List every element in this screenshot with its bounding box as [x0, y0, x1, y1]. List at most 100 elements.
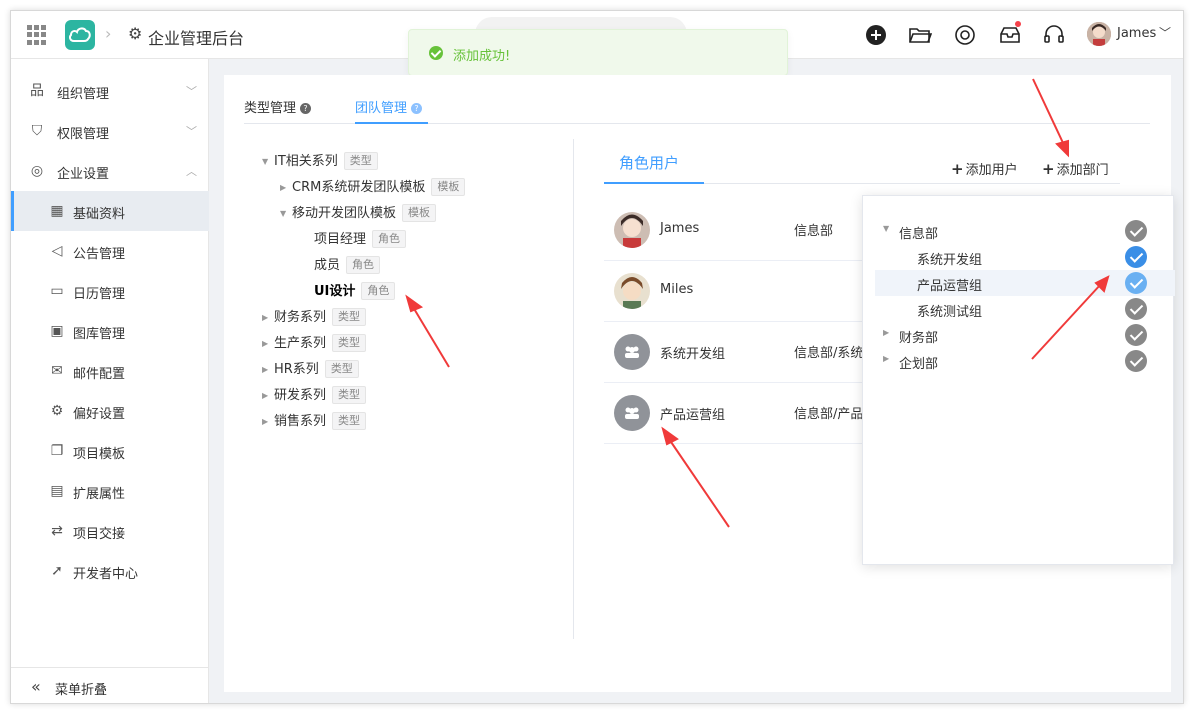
add-user-button[interactable]: + 添加用户: [951, 159, 1018, 178]
tree-node-label: 移动开发团队模板: [292, 206, 397, 221]
tree-node-label: IT相关系列: [274, 154, 338, 169]
collapse-label: 菜单折叠: [55, 683, 108, 698]
check-circle-icon[interactable]: [1125, 246, 1147, 268]
caret-down-icon[interactable]: ▼: [280, 209, 292, 218]
sidebar-item-mail[interactable]: ✉ 邮件配置: [11, 351, 209, 391]
notification-dot: [1015, 21, 1021, 27]
sidebar-item-enterprise[interactable]: ◎ 企业设置 ︿: [11, 151, 209, 191]
check-circle-icon[interactable]: [1125, 324, 1147, 346]
caret-right-icon[interactable]: ▶: [883, 328, 889, 337]
sidebar-item-permission[interactable]: ⛉ 权限管理 ﹀: [11, 111, 209, 151]
check-circle-icon[interactable]: [1125, 220, 1147, 242]
type-tag: 类型: [332, 308, 367, 326]
user-name[interactable]: James: [1117, 26, 1156, 41]
tab-team-mgmt[interactable]: 团队管理?: [355, 97, 423, 116]
toast-message: 添加成功!: [453, 49, 511, 64]
sidebar-item-label: 基础资料: [73, 207, 126, 222]
avatar[interactable]: [1087, 22, 1111, 46]
folder-icon[interactable]: [908, 23, 932, 47]
caret-right-icon[interactable]: ▶: [883, 354, 889, 363]
dept-option-planning[interactable]: ▶ 企划部: [875, 348, 1175, 374]
sidebar-item-org[interactable]: 品 组织管理 ﹀: [11, 71, 209, 111]
sidebar-item-handover[interactable]: ⇄ 项目交接: [11, 511, 209, 551]
chevron-down-icon: ﹀: [186, 85, 197, 98]
sidebar-item-announcement[interactable]: ◁ 公告管理: [11, 231, 209, 271]
sidebar-item-project-template[interactable]: ❐ 项目模板: [11, 431, 209, 471]
collapse-menu-button[interactable]: « 菜单折叠: [11, 667, 209, 703]
dept-option-product[interactable]: 产品运营组: [875, 270, 1175, 296]
tree-node-label: HR系列: [274, 362, 319, 377]
sidebar-item-label: 偏好设置: [73, 407, 126, 422]
add-dept-label: 添加部门: [1056, 163, 1109, 178]
tree-node-member[interactable]: 成员 角色: [314, 254, 381, 276]
sidebar-item-preferences[interactable]: ⚙ 偏好设置: [11, 391, 209, 431]
tree-node-production[interactable]: ▶ 生产系列 类型: [262, 332, 367, 354]
caret-right-icon[interactable]: ▶: [280, 183, 292, 192]
sidebar-item-basic-info[interactable]: ▦ 基础资料: [11, 191, 209, 231]
dept-option-systest[interactable]: 系统测试组: [875, 296, 1175, 322]
sidebar-item-developer[interactable]: ➚ 开发者中心: [11, 551, 209, 591]
tab-type-mgmt[interactable]: 类型管理?: [244, 97, 312, 116]
caret-right-icon[interactable]: ▶: [262, 365, 274, 374]
tree-node-crm[interactable]: ▶ CRM系统研发团队模板 模板: [280, 176, 466, 198]
check-circle-icon[interactable]: [1125, 298, 1147, 320]
add-circle-icon[interactable]: [864, 23, 888, 47]
chevron-down-icon[interactable]: ﹀: [1159, 24, 1171, 41]
user-dept: 信息部: [794, 224, 834, 239]
tree-node-pm[interactable]: 项目经理 角色: [314, 228, 407, 250]
role-tag: 角色: [346, 256, 381, 274]
rocket-icon: ➚: [51, 563, 63, 579]
apps-grid-icon[interactable]: [27, 25, 47, 45]
tree-node-label: 销售系列: [274, 414, 327, 429]
chevron-down-icon: ﹀: [186, 125, 197, 138]
document-icon: ▤: [50, 483, 64, 499]
tab-label: 团队管理: [355, 101, 408, 116]
caret-right-icon[interactable]: ▶: [262, 417, 274, 426]
tree-node-hr[interactable]: ▶ HR系列 类型: [262, 358, 359, 380]
tree-node-sales[interactable]: ▶ 销售系列 类型: [262, 410, 367, 432]
caret-down-icon[interactable]: ▼: [262, 157, 274, 166]
megaphone-icon: ◁: [51, 243, 63, 259]
copy-icon: ❐: [50, 443, 64, 459]
check-circle-icon[interactable]: [1125, 272, 1147, 294]
headset-icon[interactable]: [1042, 23, 1066, 47]
avatar: [614, 212, 650, 248]
sidebar-item-gallery[interactable]: ▣ 图库管理: [11, 311, 209, 351]
sidebar-item-label: 日历管理: [73, 287, 126, 302]
dept-option-sysdev[interactable]: 系统开发组: [875, 244, 1175, 270]
check-circle-icon[interactable]: [1125, 350, 1147, 372]
help-icon[interactable]: ?: [300, 103, 312, 114]
sidebar-item-label: 项目模板: [73, 447, 126, 462]
grid-icon: ▦: [50, 203, 64, 219]
lifebuoy-icon[interactable]: [953, 23, 977, 47]
tree-node-rnd[interactable]: ▶ 研发系列 类型: [262, 384, 367, 406]
help-icon[interactable]: ?: [411, 103, 423, 114]
tree-node-ui[interactable]: UI设计 角色: [314, 280, 396, 302]
chevron-up-icon: ︿: [186, 165, 197, 178]
tab-role-users[interactable]: 角色用户: [619, 152, 679, 173]
cloud-logo-icon[interactable]: [65, 20, 95, 50]
dept-option-label: 财务部: [899, 331, 939, 346]
group-name: 产品运营组: [660, 408, 726, 423]
add-dept-button[interactable]: + 添加部门: [1042, 159, 1109, 178]
gear-icon: ⚙: [128, 24, 143, 43]
tree-node-label: 研发系列: [274, 388, 327, 403]
type-tag: 类型: [332, 386, 367, 404]
caret-right-icon[interactable]: ▶: [262, 391, 274, 400]
avatar: [614, 273, 650, 309]
tree-node-finance[interactable]: ▶ 财务系列 类型: [262, 306, 367, 328]
sidebar-item-calendar[interactable]: ▭ 日历管理: [11, 271, 209, 311]
caret-right-icon[interactable]: ▶: [262, 339, 274, 348]
caret-right-icon[interactable]: ▶: [262, 313, 274, 322]
gear-icon: ⚙: [50, 403, 64, 419]
role-tag: 角色: [361, 282, 396, 300]
caret-down-icon[interactable]: ▼: [883, 224, 889, 233]
tree-node-it[interactable]: ▼ IT相关系列 类型: [262, 150, 378, 172]
dept-option-info[interactable]: ▼ 信息部: [875, 218, 1175, 244]
sidebar-item-extension[interactable]: ▤ 扩展属性: [11, 471, 209, 511]
dept-option-finance[interactable]: ▶ 财务部: [875, 322, 1175, 348]
tree-node-mobile[interactable]: ▼ 移动开发团队模板 模板: [280, 202, 437, 224]
plus-icon: +: [1042, 160, 1055, 178]
shield-icon: ⛉: [31, 123, 43, 139]
image-icon: ▣: [50, 323, 64, 339]
